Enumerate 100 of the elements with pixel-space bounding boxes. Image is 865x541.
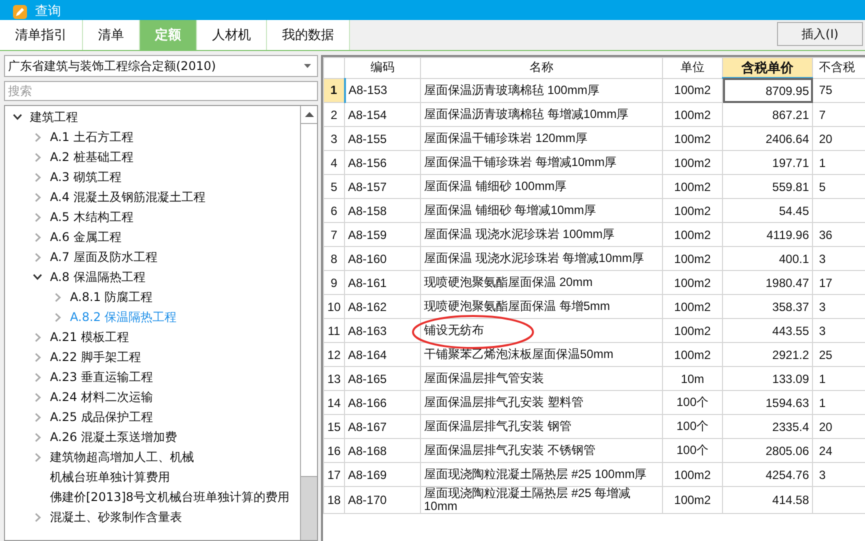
tree-item[interactable]: A.1 土石方工程 xyxy=(50,128,134,146)
tree-item[interactable]: 建筑工程 xyxy=(30,108,78,126)
row-number[interactable]: 12 xyxy=(324,342,344,366)
chevron-right-icon[interactable] xyxy=(35,212,41,222)
tab[interactable]: 清单 xyxy=(83,20,140,50)
chevron-right-icon[interactable] xyxy=(35,452,41,462)
table-cell: 8709.95 xyxy=(722,78,812,102)
row-number[interactable]: 17 xyxy=(324,462,344,486)
tab[interactable]: 清单指引 xyxy=(0,20,83,50)
row-number[interactable]: 1 xyxy=(324,78,344,102)
table-cell: A8-155 xyxy=(344,126,420,150)
tree-item[interactable]: A.25 成品保护工程 xyxy=(50,408,153,426)
table-cell: 100m2 xyxy=(662,126,722,150)
row-number[interactable]: 10 xyxy=(324,294,344,318)
chevron-right-icon[interactable] xyxy=(35,192,41,202)
table-cell: 屋面保温层排气孔安装 钢管 xyxy=(420,414,662,438)
chevron-right-icon[interactable] xyxy=(35,412,41,422)
chevron-right-icon[interactable] xyxy=(35,252,41,262)
table-cell: 358.37 xyxy=(722,294,812,318)
row-number[interactable]: 18 xyxy=(324,486,344,514)
table-cell: A8-165 xyxy=(344,366,420,390)
table-cell: 867.21 xyxy=(722,102,812,126)
chevron-right-icon[interactable] xyxy=(35,432,41,442)
table-cell: 屋面保温层排气孔安装 塑料管 xyxy=(420,390,662,414)
row-number[interactable]: 14 xyxy=(324,390,344,414)
tree-item[interactable]: A.7 屋面及防水工程 xyxy=(50,248,158,266)
pencil-icon xyxy=(13,5,27,19)
chevron-down-icon[interactable] xyxy=(33,274,42,280)
tree-item[interactable]: 佛建价[2013]8号文机械台班单独计算的费用 xyxy=(50,488,290,506)
column-header[interactable]: 含税单价 xyxy=(722,58,812,78)
table-cell: 屋面保温沥青玻璃棉毡 每增减10mm厚 xyxy=(420,102,662,126)
tab[interactable]: 我的数据 xyxy=(267,20,350,50)
chevron-right-icon[interactable] xyxy=(35,352,41,362)
chevron-right-icon[interactable] xyxy=(35,152,41,162)
chevron-right-icon[interactable] xyxy=(35,132,41,142)
chevron-right-icon[interactable] xyxy=(55,292,61,302)
table-cell: 100m2 xyxy=(662,222,722,246)
chevron-right-icon[interactable] xyxy=(35,332,41,342)
chevron-right-icon[interactable] xyxy=(35,232,41,242)
tree-item[interactable]: A.23 垂直运输工程 xyxy=(50,368,153,386)
row-number[interactable]: 16 xyxy=(324,438,344,462)
row-number[interactable]: 5 xyxy=(324,174,344,198)
chevron-right-icon[interactable] xyxy=(35,512,41,522)
table-cell: A8-169 xyxy=(344,462,420,486)
tree-item[interactable]: A.8 保温隔热工程 xyxy=(50,268,146,286)
table-cell: 屋面保温干铺珍珠岩 120mm厚 xyxy=(420,126,662,150)
search-field[interactable]: 搜索 xyxy=(4,81,318,101)
table-cell: 屋面保温 铺细砂 每增减10mm厚 xyxy=(420,198,662,222)
table-cell: A8-160 xyxy=(344,246,420,270)
row-number[interactable]: 13 xyxy=(324,366,344,390)
table-cell: 屋面现浇陶粒混凝土隔热层 #25 100mm厚 xyxy=(420,462,662,486)
row-number[interactable]: 11 xyxy=(324,318,344,342)
row-number[interactable]: 6 xyxy=(324,198,344,222)
table-cell: 100m2 xyxy=(662,102,722,126)
row-number[interactable]: 3 xyxy=(324,126,344,150)
tab[interactable]: 人材机 xyxy=(197,20,267,50)
tree-item[interactable]: A.5 木结构工程 xyxy=(50,208,134,226)
table-cell: 2406.64 xyxy=(722,126,812,150)
table-cell: 4254.76 xyxy=(722,462,812,486)
table-cell: 133.09 xyxy=(722,366,812,390)
column-header[interactable]: 编码 xyxy=(344,58,420,78)
tree-item[interactable]: A.22 脚手架工程 xyxy=(50,348,141,366)
column-header[interactable]: 名称 xyxy=(420,58,662,78)
scrollbar[interactable] xyxy=(300,106,317,540)
chevron-down-icon[interactable] xyxy=(13,114,22,120)
window-title: 查询 xyxy=(35,4,61,20)
tree-item[interactable]: 建筑物超高增加人工、机械 xyxy=(50,448,194,466)
scroll-up-icon[interactable] xyxy=(304,112,314,117)
tree-item[interactable]: 混凝土、砂浆制作含量表 xyxy=(50,508,182,526)
table-cell: 屋面现浇陶粒混凝土隔热层 #25 每增减10mm xyxy=(420,486,662,514)
tree-item[interactable]: A.26 混凝土泵送增加费 xyxy=(50,428,177,446)
row-number[interactable]: 8 xyxy=(324,246,344,270)
table-cell: 屋面保温层排气管安装 xyxy=(420,366,662,390)
tree-item[interactable]: A.6 金属工程 xyxy=(50,228,122,246)
row-number[interactable]: 7 xyxy=(324,222,344,246)
row-number[interactable]: 4 xyxy=(324,150,344,174)
library-dropdown[interactable]: 广东省建筑与装饰工程综合定额(2010) xyxy=(4,55,318,77)
column-header[interactable]: 不含税 xyxy=(812,58,865,78)
chevron-right-icon[interactable] xyxy=(35,172,41,182)
tree-item[interactable]: A.8.1 防腐工程 xyxy=(70,288,153,306)
table-cell: A8-156 xyxy=(344,150,420,174)
table-cell: 100m2 xyxy=(662,270,722,294)
tree-item[interactable]: A.4 混凝土及钢筋混凝土工程 xyxy=(50,188,206,206)
row-number[interactable]: 2 xyxy=(324,102,344,126)
tree-item[interactable]: A.3 砌筑工程 xyxy=(50,168,122,186)
row-number[interactable]: 15 xyxy=(324,414,344,438)
table-cell: A8-164 xyxy=(344,342,420,366)
tree-item[interactable]: A.2 桩基础工程 xyxy=(50,148,134,166)
chevron-right-icon[interactable] xyxy=(35,392,41,402)
dropdown-value: 广东省建筑与装饰工程综合定额(2010) xyxy=(8,58,216,74)
tree-item[interactable]: 机械台班单独计算费用 xyxy=(50,468,170,486)
chevron-right-icon[interactable] xyxy=(35,372,41,382)
row-number[interactable]: 9 xyxy=(324,270,344,294)
tree-item[interactable]: A.21 模板工程 xyxy=(50,328,129,346)
tree-item[interactable]: A.24 材料二次运输 xyxy=(50,388,153,406)
column-header[interactable]: 单位 xyxy=(662,58,722,78)
scroll-thumb[interactable] xyxy=(301,124,317,477)
insert-button[interactable]: 插入(I) xyxy=(777,22,863,46)
table-cell: 100个 xyxy=(662,390,722,414)
chevron-right-icon[interactable] xyxy=(55,312,61,322)
